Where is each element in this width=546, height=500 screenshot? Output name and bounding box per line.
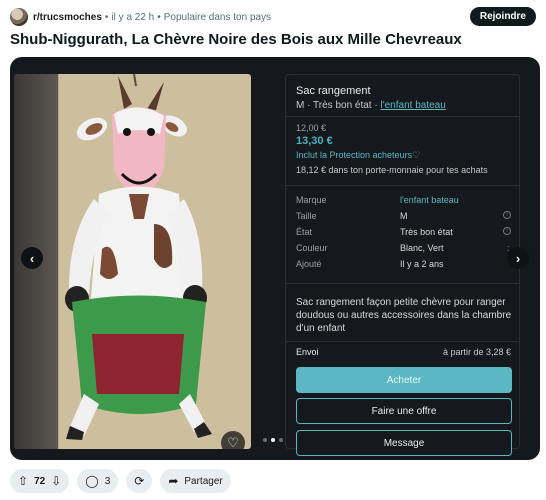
shipping-label: Envoi: [296, 347, 319, 357]
post-actions: ⇧ 72 ⇩ ◯ 3 ⟳ ➦ Partager: [10, 469, 231, 493]
wallet-note: 18,12 € dans ton porte-monnaie pour tes …: [296, 165, 488, 175]
detail-key: État: [296, 227, 313, 237]
listing-description: Sac rangement façon petite chèvre pour r…: [296, 297, 512, 334]
buyer-protection-link[interactable]: Inclut la Protection acheteurs♡: [296, 150, 420, 161]
divider: [286, 341, 519, 342]
subreddit-link[interactable]: r/trucsmoches: [33, 12, 102, 23]
detail-value: M: [400, 211, 408, 221]
buyer-protection-label: Inclut la Protection acheteurs: [296, 150, 413, 160]
info-icon[interactable]: i: [503, 227, 511, 235]
detail-row-color: Couleur Blanc, Vert: [296, 243, 511, 256]
repost-icon: ⟳: [134, 474, 145, 488]
detail-key: Ajouté: [296, 259, 322, 269]
listing-details-panel: Sac rangement M · Très bon état · l'enfa…: [285, 74, 520, 456]
detail-value-brand[interactable]: l'enfant bateau: [400, 195, 459, 205]
vote-pill: ⇧ 72 ⇩: [10, 469, 70, 493]
shipping-row: Envoi à partir de 3,28 €: [296, 347, 511, 357]
comment-count: 3: [104, 475, 111, 487]
listing-size-condition: M · Très bon état ·: [296, 100, 378, 111]
info-icon[interactable]: i: [503, 211, 511, 219]
crosspost-button[interactable]: ⟳: [126, 469, 153, 493]
subreddit-avatar[interactable]: [10, 8, 28, 26]
buy-button[interactable]: Acheter: [296, 367, 512, 393]
meta-separator: •: [104, 11, 109, 23]
message-button[interactable]: Message: [296, 430, 512, 456]
listing-title: Sac rangement: [296, 85, 371, 97]
carousel-dot-active[interactable]: [271, 438, 275, 442]
detail-value: Blanc, Vert: [400, 243, 444, 253]
carousel-dot[interactable]: [263, 438, 267, 442]
item-price: 12,00 €: [296, 123, 327, 133]
detail-value: Très bon état: [400, 227, 453, 237]
detail-row-condition: État Très bon état i: [296, 227, 511, 240]
detail-key: Marque: [296, 195, 327, 205]
post-header: r/trucsmoches • il y a 22 h • Populaire …: [10, 6, 536, 28]
goat-bag-illustration: [65, 74, 212, 440]
detail-value: Il y a 2 ans: [400, 259, 444, 269]
favorite-heart-icon[interactable]: ♡: [221, 431, 245, 449]
vote-count: 72: [34, 475, 46, 487]
downvote-icon[interactable]: ⇩: [51, 474, 61, 488]
total-price: 13,30 €: [296, 135, 333, 147]
divider: [286, 283, 519, 284]
post-title[interactable]: Shub-Niggurath, La Chèvre Noire des Bois…: [10, 31, 536, 48]
make-offer-button[interactable]: Faire une offre: [296, 398, 512, 424]
detail-row-size: Taille M i: [296, 211, 511, 224]
upvote-icon[interactable]: ⇧: [18, 474, 28, 488]
popular-badge: Populaire dans ton pays: [163, 11, 272, 23]
detail-key: Couleur: [296, 243, 328, 253]
post-media-carousel[interactable]: ♡ Sac rangement M · Très bon état · l'en…: [10, 57, 540, 460]
comments-button[interactable]: ◯ 3: [77, 469, 119, 493]
listing-subtitle: M · Très bon état · l'enfant bateau: [296, 100, 446, 111]
post-time: il y a 22 h: [111, 11, 155, 23]
detail-row-brand: Marque l'enfant bateau: [296, 195, 511, 208]
chevron-left-icon[interactable]: ‹: [21, 247, 43, 269]
post-meta: r/trucsmoches • il y a 22 h • Populaire …: [33, 12, 271, 23]
brand-link[interactable]: l'enfant bateau: [380, 100, 445, 111]
listing-photo: ♡: [14, 74, 251, 449]
chevron-right-icon[interactable]: ›: [507, 247, 529, 269]
shipping-value: à partir de 3,28 €: [442, 347, 511, 357]
divider: [286, 185, 519, 186]
carousel-dot[interactable]: [279, 438, 283, 442]
carousel-dots: [263, 438, 283, 442]
comment-icon: ◯: [85, 474, 99, 488]
share-label: Partager: [184, 475, 223, 487]
detail-row-added: Ajouté Il y a 2 ans: [296, 259, 511, 272]
meta-separator: •: [157, 11, 161, 23]
divider: [286, 116, 519, 117]
join-button[interactable]: Rejoindre: [469, 7, 536, 26]
share-button[interactable]: ➦ Partager: [160, 469, 231, 493]
share-icon: ➦: [168, 474, 179, 488]
shield-icon: ♡: [412, 150, 421, 160]
detail-key: Taille: [296, 211, 317, 221]
